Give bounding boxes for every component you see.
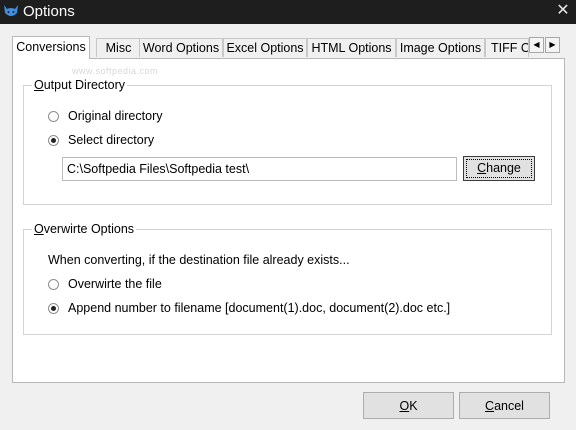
title-bar: Options ✕ (0, 0, 576, 24)
original-directory-label: Original directory (68, 109, 163, 123)
radio-button[interactable] (48, 111, 59, 122)
window-title: Options (23, 3, 75, 20)
radio-button[interactable] (48, 279, 59, 290)
overwrite-options-title: Overwirte Options (32, 222, 137, 236)
close-button[interactable]: ✕ (550, 0, 576, 24)
tab-scroll-right-button[interactable]: ▶ (545, 37, 560, 53)
radio-button[interactable] (48, 303, 59, 314)
tab-image-options[interactable]: Image Options (396, 38, 485, 57)
tab-html-options[interactable]: HTML Options (307, 38, 396, 57)
tab-excel-options[interactable]: Excel Options (223, 38, 307, 57)
tab-label: Misc (105, 41, 132, 55)
arrow-right-icon: ▶ (549, 40, 556, 49)
tab-scroll-left-button[interactable]: ◀ (529, 37, 544, 53)
tab-label: Excel Options (226, 41, 304, 55)
ok-button[interactable]: OK (363, 392, 454, 419)
arrow-left-icon: ◀ (533, 40, 540, 49)
overwrite-prompt-text: When converting, if the destination file… (48, 253, 350, 267)
cat-app-icon (4, 5, 18, 16)
watermark: www.softpedia.com (72, 66, 159, 76)
tab-label: Image Options (399, 41, 482, 55)
options-dialog: Options ✕ Conversions Misc Word Options … (0, 0, 576, 430)
close-icon: ✕ (556, 2, 570, 19)
cancel-button[interactable]: Cancel (459, 392, 550, 419)
change-button[interactable]: Change (463, 156, 535, 181)
overwrite-file-label: Overwirte the file (68, 277, 162, 291)
radio-button[interactable] (48, 135, 59, 146)
tab-strip: Conversions Misc Word Options Excel Opti… (12, 36, 564, 59)
directory-path-input[interactable] (62, 157, 457, 181)
select-directory-label: Select directory (68, 133, 155, 147)
tab-label: TIFF O (491, 41, 529, 55)
tab-misc[interactable]: Misc (96, 38, 141, 57)
tab-tiff-options[interactable]: TIFF O (485, 38, 529, 57)
tab-label: HTML Options (311, 41, 392, 55)
tab-word-options[interactable]: Word Options (139, 38, 223, 57)
tab-label: Word Options (142, 41, 220, 55)
tab-conversions[interactable]: Conversions (12, 36, 90, 59)
tab-label: Conversions (16, 40, 86, 54)
append-number-label: Append number to filename [document(1).d… (68, 301, 451, 315)
output-directory-title: Output Directory (32, 78, 128, 92)
